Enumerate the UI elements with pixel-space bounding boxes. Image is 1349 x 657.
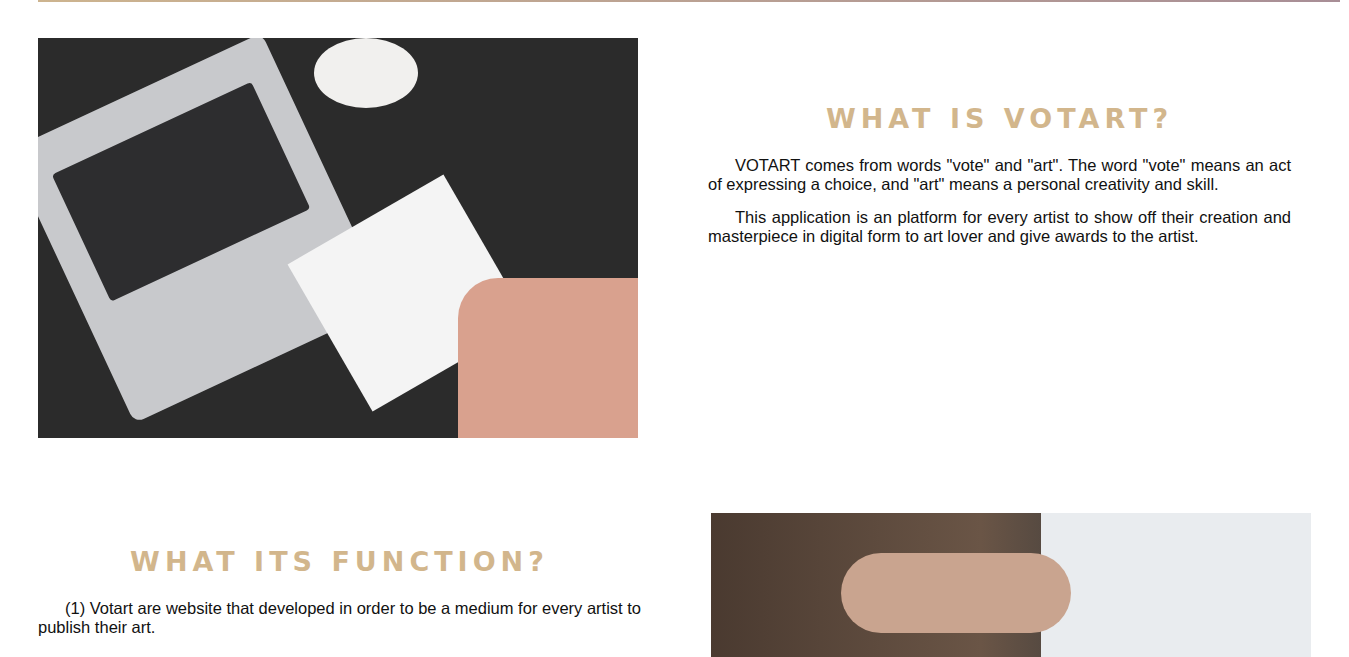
section-paragraph: (1) Votart are website that developed in… xyxy=(38,599,641,637)
typing-photo xyxy=(711,513,1311,657)
content-section: WHAT ITS FUNCTION? (1) Votart are website… xyxy=(0,513,1349,657)
workspace-photo xyxy=(38,38,638,438)
content-section: WHAT IS VOTART? VOTART comes from words "… xyxy=(0,38,1349,438)
section-text: WHAT ITS FUNCTION? (1) Votart are website… xyxy=(38,513,641,657)
keyboard-shape xyxy=(52,82,311,302)
top-divider xyxy=(38,0,1340,2)
section-text: WHAT IS VOTART? VOTART comes from words "… xyxy=(708,38,1291,438)
section-heading: WHAT IS VOTART? xyxy=(708,100,1291,138)
section-paragraph: This application is an platform for ever… xyxy=(708,208,1291,246)
section-paragraph: VOTART comes from words "vote" and "art"… xyxy=(708,156,1291,194)
arm-shape xyxy=(458,278,638,438)
section-heading: WHAT ITS FUNCTION? xyxy=(38,543,641,581)
laptop-screen-shape xyxy=(1041,513,1311,657)
coffee-cup-shape xyxy=(314,38,418,108)
hand-shape xyxy=(841,553,1071,633)
